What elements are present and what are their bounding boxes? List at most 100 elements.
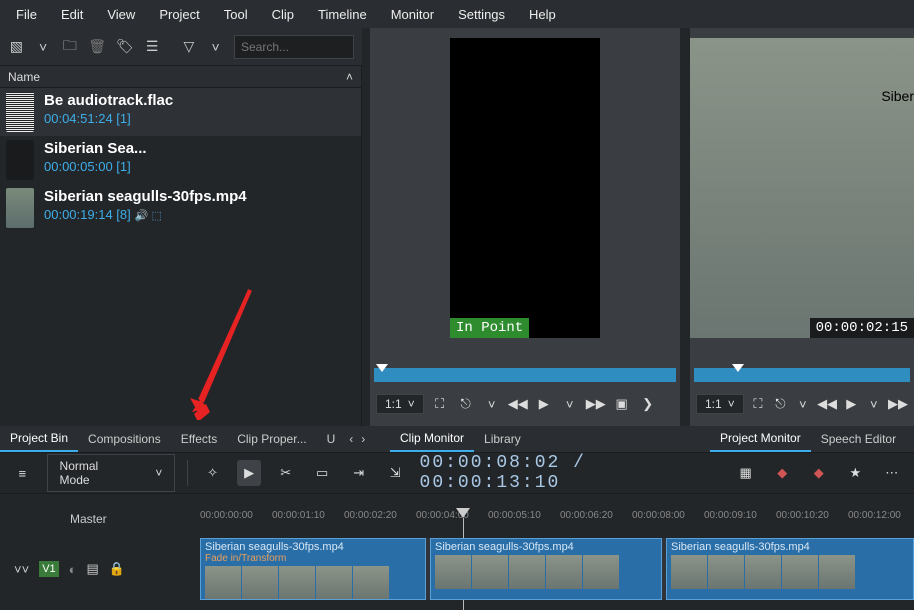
red-marker-icon[interactable]: ◆ <box>770 460 795 486</box>
chevron-down-icon[interactable]: ˅˅ <box>14 562 29 577</box>
video-track[interactable]: Siberian seagulls-30fps.mp4Fade in/Trans… <box>200 538 914 600</box>
audio-thumb-icon <box>6 92 34 132</box>
tab-effects[interactable]: Effects <box>171 427 227 451</box>
bin-item[interactable]: Siberian seagulls-30fps.mp4 00:00:19:14 … <box>0 184 361 232</box>
play-icon[interactable]: ▶ <box>534 396 554 412</box>
bin-toolbar: ▧ ˅ 🗀 🗑 🏷 ☰ ▽ ˅ <box>0 28 362 66</box>
menu-clip[interactable]: Clip <box>260 3 306 26</box>
wand-icon[interactable]: ✧ <box>200 460 225 486</box>
chevron-up-icon[interactable]: ˄ <box>346 70 353 84</box>
chevron-down-icon[interactable]: ˅ <box>35 38 52 56</box>
red-marker-icon[interactable]: ◆ <box>806 460 831 486</box>
project-monitor-scrubber[interactable] <box>694 368 910 382</box>
edit-mode-combo[interactable]: Normal Mode˅ <box>47 454 176 492</box>
tab-project-bin[interactable]: Project Bin <box>0 426 78 452</box>
lock-icon[interactable]: 🔒 <box>109 561 125 577</box>
more-icon[interactable]: ⋯ <box>880 460 905 486</box>
next-icon[interactable]: ❯ <box>638 396 658 412</box>
project-monitor-viewport[interactable]: Siber 00:00:02:15 <box>690 38 914 338</box>
bin-item[interactable]: Siberian Sea... 00:00:05:00 [1] <box>0 136 361 184</box>
tab-project-monitor[interactable]: Project Monitor <box>710 426 811 452</box>
timeline-clip[interactable]: Siberian seagulls-30fps.mp4 <box>430 538 662 600</box>
track-header[interactable]: ˅˅ V1 ◐ ▤ 🔒 <box>0 538 200 600</box>
favorite-icon[interactable]: ★ <box>843 460 868 486</box>
menu-view[interactable]: View <box>95 3 147 26</box>
menu-edit[interactable]: Edit <box>49 3 95 26</box>
tab-u[interactable]: U <box>317 427 346 451</box>
marker-icon[interactable]: ⎋ <box>456 396 476 412</box>
timeline-ruler[interactable]: 00:00:00:00 00:00:01:10 00:00:02:20 00:0… <box>200 510 914 530</box>
rewind-icon[interactable]: ◀◀ <box>817 396 837 412</box>
timeline-toolbar: ≡ Normal Mode˅ ✧ ▶ ✂ ▭ ⇥ ⇲ 00:00:08:02 /… <box>0 452 914 494</box>
clip-monitor-toolbar: 1:1˅ ⛶ ⎋ ˅ ◀◀ ▶ ˅ ▶▶ ▣ ❯ <box>370 388 680 420</box>
filter-icon[interactable]: ▽ <box>181 38 198 56</box>
chevron-down-icon[interactable]: ˅ <box>560 397 580 412</box>
expand-icon[interactable]: ⛶ <box>430 396 450 412</box>
tab-project-notes[interactable]: Project N <box>906 427 914 451</box>
menu-monitor[interactable]: Monitor <box>379 3 446 26</box>
chevron-down-icon[interactable]: ˅ <box>866 397 882 412</box>
bin-item-meta: 00:04:51:24 [1] <box>44 111 173 126</box>
add-folder-icon[interactable]: 🗀 <box>61 38 78 56</box>
tab-next-icon[interactable]: › <box>357 432 369 446</box>
in-point-badge: In Point <box>450 318 529 338</box>
fast-forward-icon[interactable]: ▶▶ <box>586 396 606 412</box>
chevron-down-icon[interactable]: ˅ <box>482 397 502 412</box>
marker-icon[interactable]: ⎋ <box>772 396 788 412</box>
tab-library[interactable]: Library <box>474 427 531 451</box>
playhead[interactable] <box>456 508 470 518</box>
insert-icon[interactable]: ⇥ <box>346 460 371 486</box>
timeline-clip[interactable]: Siberian seagulls-30fps.mp4Fade in/Trans… <box>200 538 426 600</box>
settings-icon[interactable]: ≡ <box>10 460 35 486</box>
list-icon[interactable]: ☰ <box>144 38 161 56</box>
tab-clip-monitor[interactable]: Clip Monitor <box>390 426 474 452</box>
bin-header[interactable]: Name ˄ <box>0 66 361 88</box>
chevron-down-icon[interactable]: ˅ <box>795 397 811 412</box>
film-icon[interactable]: ▤ <box>87 561 99 577</box>
zoom-combo[interactable]: 1:1˅ <box>376 394 424 414</box>
tab-prev-icon[interactable]: ‹ <box>345 432 357 446</box>
zoom-combo[interactable]: 1:1˅ <box>696 394 744 414</box>
project-monitor-toolbar: 1:1˅ ⛶ ⎋ ˅ ◀◀ ▶ ˅ ▶▶ <box>690 388 914 420</box>
search-input[interactable] <box>234 35 354 59</box>
fast-forward-icon[interactable]: ▶▶ <box>888 396 908 412</box>
tab-clip-properties[interactable]: Clip Proper... <box>227 427 316 451</box>
chevron-down-icon: ˅ <box>155 466 162 480</box>
overwrite-icon[interactable]: ⇲ <box>383 460 408 486</box>
title-thumb-icon <box>6 140 34 180</box>
timeline-clip[interactable]: Siberian seagulls-30fps.mp4 <box>666 538 914 600</box>
rewind-icon[interactable]: ◀◀ <box>508 396 528 412</box>
timeline-timecode[interactable]: 00:00:08:02 / 00:00:13:10 <box>420 453 722 493</box>
crop-icon[interactable]: ▣ <box>612 396 632 412</box>
chevron-down-icon[interactable]: ˅ <box>207 38 224 56</box>
tab-compositions[interactable]: Compositions <box>78 427 171 451</box>
menu-tool[interactable]: Tool <box>212 3 260 26</box>
bin-item[interactable]: Be audiotrack.flac 00:04:51:24 [1] <box>0 88 361 136</box>
video-thumb-icon <box>6 188 34 228</box>
menu-settings[interactable]: Settings <box>446 3 517 26</box>
menu-help[interactable]: Help <box>517 3 568 26</box>
menubar: File Edit View Project Tool Clip Timelin… <box>0 0 914 28</box>
menu-timeline[interactable]: Timeline <box>306 3 379 26</box>
clip-monitor-viewport[interactable]: In Point <box>370 38 680 338</box>
add-clip-icon[interactable]: ▧ <box>8 38 25 56</box>
play-icon[interactable]: ▶ <box>843 396 859 412</box>
right-tabrow: Project Monitor Speech Editor Project N <box>710 426 914 452</box>
left-tabrow: Project Bin Compositions Effects Clip Pr… <box>0 426 390 452</box>
delete-icon[interactable]: 🗑 <box>88 38 106 56</box>
menu-project[interactable]: Project <box>147 3 211 26</box>
track-label[interactable]: V1 <box>39 561 58 577</box>
expand-icon[interactable]: ⛶ <box>750 396 766 412</box>
bin-item-name: Siberian Sea... <box>44 140 147 157</box>
mute-icon[interactable]: ◐ <box>69 562 77 577</box>
menu-file[interactable]: File <box>4 3 49 26</box>
spacer-tool-icon[interactable]: ▭ <box>310 460 335 486</box>
clip-monitor-scrubber[interactable] <box>374 368 676 382</box>
timeline: Master 00:00:00:00 00:00:01:10 00:00:02:… <box>0 494 914 610</box>
select-tool-icon[interactable]: ▶ <box>237 460 262 486</box>
clip-monitor: In Point 1:1˅ ⛶ ⎋ ˅ ◀◀ ▶ ˅ ▶▶ ▣ ❯ <box>370 28 680 426</box>
tab-speech-editor[interactable]: Speech Editor <box>811 427 906 451</box>
tag-icon[interactable]: 🏷 <box>116 38 134 56</box>
razor-tool-icon[interactable]: ✂ <box>273 460 298 486</box>
grid-icon[interactable]: ▦ <box>733 460 758 486</box>
